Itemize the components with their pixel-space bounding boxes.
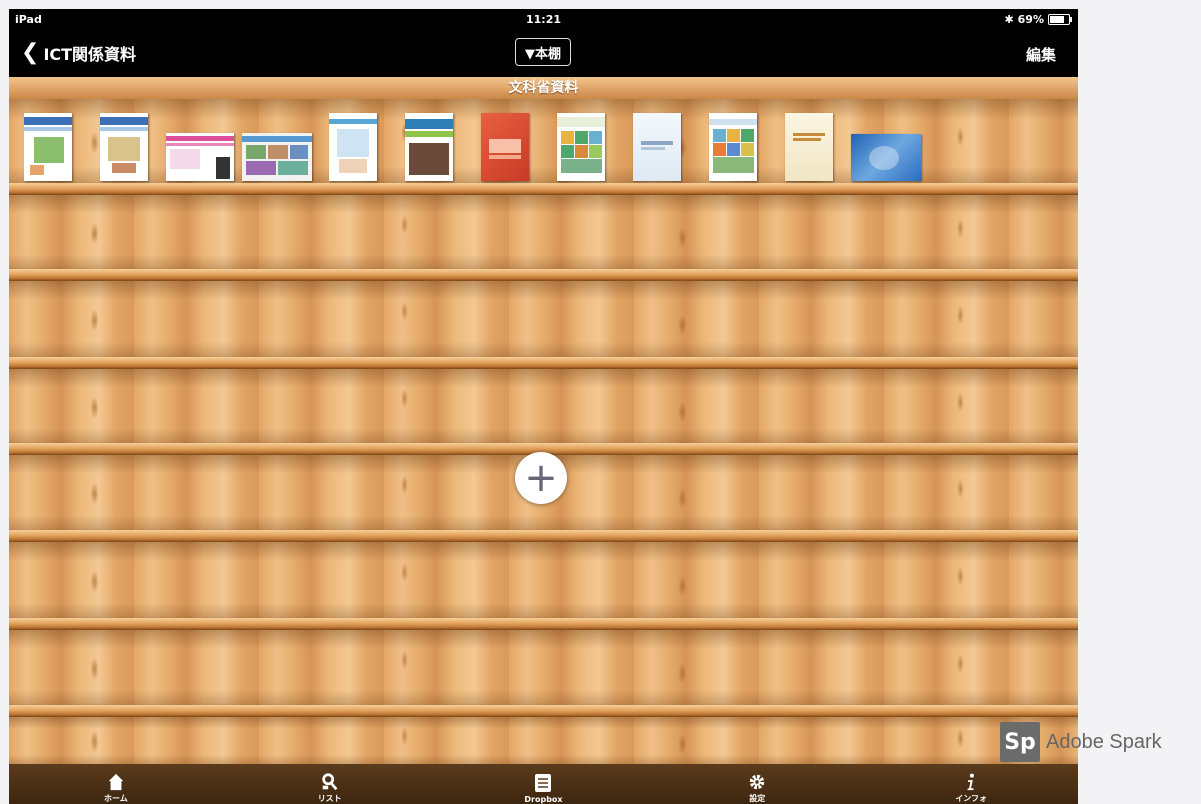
clock: 11:21 bbox=[525, 13, 561, 26]
edit-button[interactable]: 編集 bbox=[1026, 44, 1056, 65]
book-cover[interactable] bbox=[242, 133, 312, 181]
shelf-back-row bbox=[9, 717, 1078, 764]
book-cover[interactable] bbox=[24, 113, 72, 181]
shelf-ledge bbox=[9, 183, 1078, 195]
tab-label: ホーム bbox=[104, 794, 128, 803]
tab-list[interactable]: リスト bbox=[223, 764, 437, 804]
back-button[interactable]: ❮ ICT関係資料 bbox=[21, 41, 136, 65]
status-right: ✱ 69% bbox=[1004, 13, 1072, 26]
tab-info[interactable]: インフォ bbox=[864, 764, 1078, 804]
back-label: ICT関係資料 bbox=[43, 45, 137, 64]
shelf-back-row bbox=[9, 542, 1078, 618]
navigation-bar: ❮ ICT関係資料 ▼本棚 編集 bbox=[9, 31, 1078, 77]
book-cover[interactable] bbox=[709, 113, 757, 181]
shelf-ledge bbox=[9, 618, 1078, 630]
shelf-ledge bbox=[9, 357, 1078, 369]
book-cover[interactable] bbox=[100, 113, 148, 181]
chevron-left-icon: ❮ bbox=[21, 40, 40, 65]
shelf-back-row bbox=[9, 195, 1078, 269]
shelf-ledge bbox=[9, 530, 1078, 542]
shelf-ledge bbox=[9, 705, 1078, 717]
bookshelf: 文科省資料 + bbox=[9, 77, 1078, 764]
tab-label: 設定 bbox=[749, 794, 766, 803]
adobe-spark-watermark: Sp Adobe Spark bbox=[1000, 722, 1162, 762]
book-cover[interactable] bbox=[405, 113, 453, 181]
add-book-button[interactable]: + bbox=[515, 452, 567, 504]
shelf-back-row bbox=[9, 630, 1078, 705]
shelf-title: 文科省資料 bbox=[9, 77, 1078, 99]
book-cover[interactable] bbox=[851, 134, 921, 181]
shelf-back-row bbox=[9, 281, 1078, 357]
book-cover[interactable] bbox=[166, 133, 234, 181]
tab-label: インフォ bbox=[955, 794, 987, 803]
gear-icon bbox=[750, 774, 765, 790]
book-cover[interactable] bbox=[785, 113, 833, 181]
tab-home[interactable]: ホーム bbox=[9, 764, 223, 804]
bluetooth-icon: ✱ bbox=[1004, 13, 1014, 26]
info-icon bbox=[967, 773, 974, 791]
shelf-back-row bbox=[9, 369, 1078, 443]
dropbox-icon bbox=[535, 774, 552, 792]
shelf-ledge bbox=[9, 269, 1078, 281]
ipad-screen: iPad 11:21 ✱ 69% ❮ ICT関係資料 ▼本棚 編集 文科省資料 … bbox=[9, 9, 1078, 804]
book-cover[interactable] bbox=[481, 113, 529, 181]
shelf-picker-button[interactable]: ▼本棚 bbox=[515, 38, 571, 66]
spark-logo: Sp bbox=[1000, 722, 1040, 762]
status-bar: iPad 11:21 ✱ 69% bbox=[9, 9, 1078, 31]
tab-bar: ホーム リスト Dropbox 設定 インフォ bbox=[9, 764, 1078, 804]
tab-label: Dropbox bbox=[524, 795, 563, 804]
spark-wordmark: Adobe Spark bbox=[1046, 730, 1162, 753]
book-cover[interactable] bbox=[633, 113, 681, 181]
battery-icon bbox=[1048, 14, 1072, 25]
tab-dropbox[interactable]: Dropbox bbox=[437, 764, 651, 804]
tab-settings[interactable]: 設定 bbox=[650, 764, 864, 804]
book-cover[interactable] bbox=[329, 113, 377, 181]
list-icon bbox=[321, 773, 338, 791]
tab-label: リスト bbox=[317, 794, 342, 803]
home-icon bbox=[108, 773, 124, 791]
book-cover[interactable] bbox=[557, 113, 605, 181]
battery-percent: 69% bbox=[1017, 13, 1044, 26]
